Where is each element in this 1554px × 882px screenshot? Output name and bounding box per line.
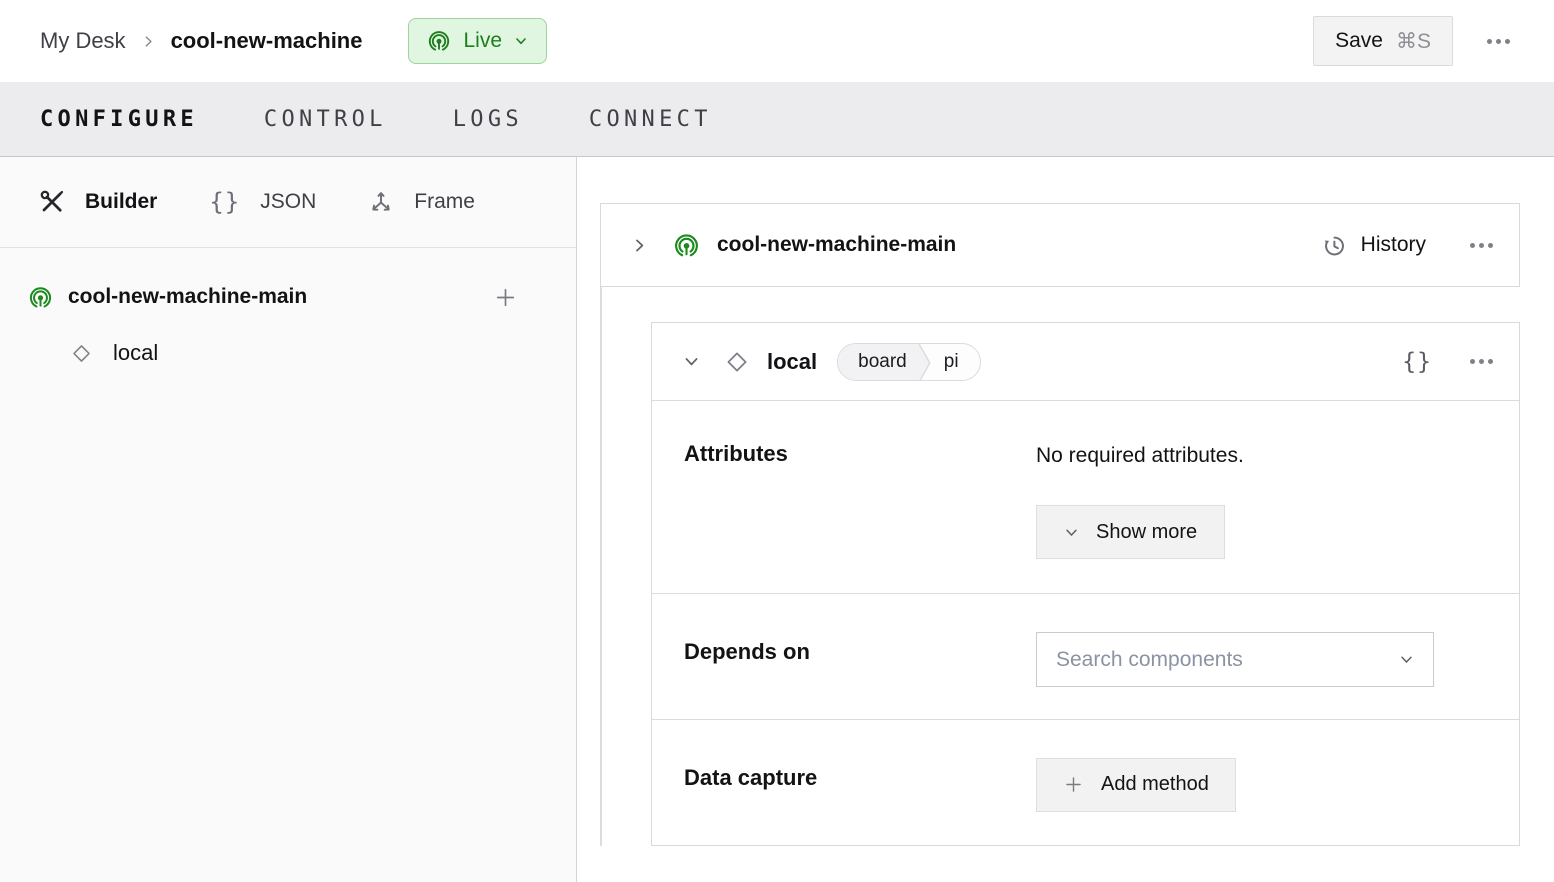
show-more-label: Show more xyxy=(1096,521,1197,544)
chevron-down-icon[interactable] xyxy=(683,353,700,370)
content-area: Builder {} JSON Frame xyxy=(0,157,1554,882)
live-broadcast-icon xyxy=(427,29,451,53)
add-method-label: Add method xyxy=(1101,773,1209,796)
component-name: local xyxy=(767,349,817,375)
component-overflow-menu-icon[interactable] xyxy=(1468,353,1495,370)
machine-nav-tabs: CONFIGURE CONTROL LOGS CONNECT xyxy=(0,82,1554,157)
show-more-button[interactable]: Show more xyxy=(1036,505,1225,559)
view-tab-json-label: JSON xyxy=(260,190,316,214)
breadcrumb-parent-link[interactable]: My Desk xyxy=(40,28,126,54)
machine-name-title: cool-new-machine xyxy=(171,28,363,54)
attributes-label: Attributes xyxy=(652,441,1036,593)
machine-part-icon xyxy=(28,285,53,310)
edit-json-icon[interactable]: {} xyxy=(1402,349,1432,375)
attributes-section: Attributes No required attributes. Show … xyxy=(652,401,1519,593)
depends-on-section: Depends on xyxy=(652,593,1519,718)
save-button[interactable]: Save ⌘S xyxy=(1313,16,1453,66)
machine-part-icon xyxy=(673,232,700,259)
component-model: pi xyxy=(932,344,980,380)
component-card-header: local board pi {} xyxy=(652,323,1519,401)
view-tab-json[interactable]: {} JSON xyxy=(209,188,316,216)
part-card-overflow-menu-icon[interactable] xyxy=(1468,237,1495,254)
tab-configure[interactable]: CONFIGURE xyxy=(40,107,198,132)
plus-icon xyxy=(1063,774,1084,795)
tree-item-machine-part[interactable]: cool-new-machine-main xyxy=(0,275,576,319)
breadcrumb-separator-icon xyxy=(141,34,156,49)
chevron-right-icon[interactable] xyxy=(631,237,648,254)
history-clock-icon xyxy=(1322,233,1347,258)
view-tab-frame[interactable]: Frame xyxy=(368,189,475,215)
page-header: My Desk cool-new-machine Live Save ⌘S xyxy=(0,0,1554,82)
config-main-panel: cool-new-machine-main History xyxy=(577,157,1554,882)
save-shortcut-hint: ⌘S xyxy=(1396,29,1431,54)
search-components-input[interactable] xyxy=(1056,648,1399,672)
component-diamond-icon xyxy=(71,343,92,364)
machine-status-dropdown[interactable]: Live xyxy=(408,18,547,64)
chevron-down-icon xyxy=(1399,652,1414,667)
tab-connect[interactable]: CONNECT xyxy=(589,107,712,132)
frame-axes-icon xyxy=(368,189,394,215)
add-method-button[interactable]: Add method xyxy=(1036,758,1236,812)
data-capture-label: Data capture xyxy=(652,758,1036,845)
config-sidebar: Builder {} JSON Frame xyxy=(0,157,577,882)
card-connector-line xyxy=(600,287,602,846)
view-tab-builder[interactable]: Builder xyxy=(39,189,157,215)
resource-tree: cool-new-machine-main local xyxy=(0,248,576,375)
component-diamond-icon xyxy=(725,350,749,374)
tab-logs[interactable]: LOGS xyxy=(453,107,523,132)
tab-control[interactable]: CONTROL xyxy=(264,107,387,132)
add-component-icon[interactable] xyxy=(493,285,518,310)
component-type: board xyxy=(838,344,915,380)
part-card-title: cool-new-machine-main xyxy=(717,233,1322,257)
component-card-local: local board pi {} Attributes No required… xyxy=(651,322,1520,846)
breadcrumb: My Desk cool-new-machine xyxy=(40,28,362,54)
machine-part-card: cool-new-machine-main History xyxy=(600,203,1520,287)
tree-item-component-local[interactable]: local xyxy=(0,331,576,375)
depends-on-label: Depends on xyxy=(652,632,1036,718)
tree-machine-part-label: cool-new-machine-main xyxy=(68,285,493,309)
build-tools-icon xyxy=(39,189,65,215)
chevron-down-icon xyxy=(514,34,528,48)
braces-icon: {} xyxy=(209,188,240,216)
depends-on-select[interactable] xyxy=(1036,632,1434,687)
history-button[interactable]: History xyxy=(1322,233,1426,258)
view-tab-builder-label: Builder xyxy=(85,190,157,214)
badge-separator-icon xyxy=(915,344,932,381)
tree-component-label: local xyxy=(113,340,158,366)
header-actions: Save ⌘S xyxy=(1313,16,1512,66)
view-tab-frame-label: Frame xyxy=(414,190,475,214)
config-view-tabs: Builder {} JSON Frame xyxy=(0,157,576,248)
data-capture-section: Data capture Add method xyxy=(652,719,1519,845)
history-label: History xyxy=(1361,233,1426,257)
chevron-down-icon xyxy=(1064,525,1079,540)
component-type-badge: board pi xyxy=(837,343,980,381)
live-status-label: Live xyxy=(463,29,502,53)
header-overflow-menu-icon[interactable] xyxy=(1485,33,1512,50)
attributes-empty-text: No required attributes. xyxy=(1036,441,1519,471)
